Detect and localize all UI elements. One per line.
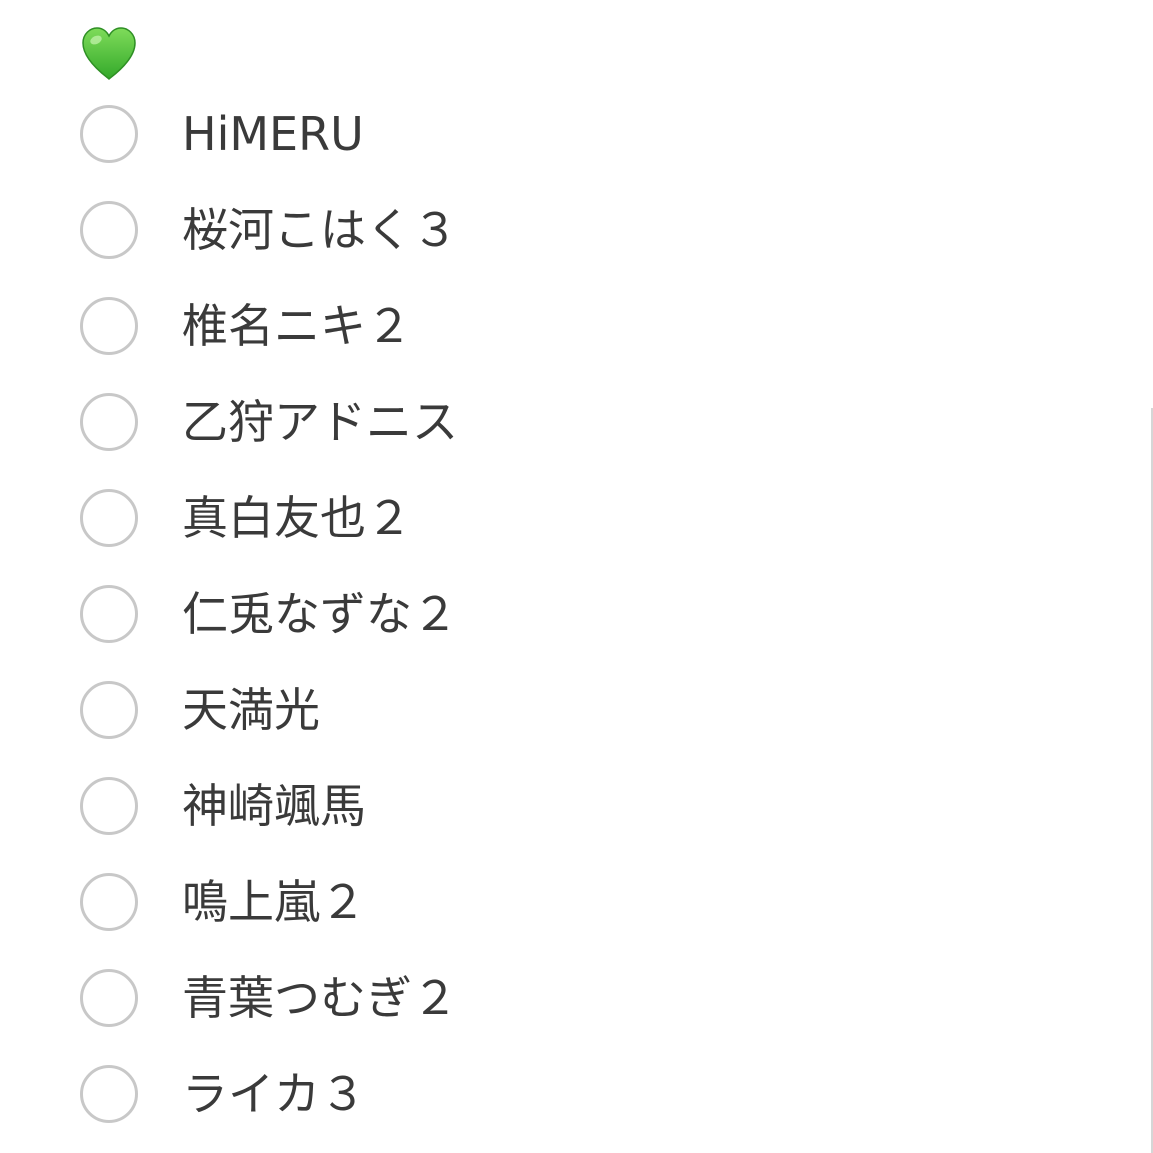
item-label: 天満光 — [182, 683, 320, 737]
list-item[interactable]: 鳴上嵐２ — [0, 856, 1153, 952]
radio-button[interactable] — [80, 873, 138, 931]
item-label: 神崎颯馬 — [182, 779, 366, 833]
green-heart-icon — [80, 26, 138, 82]
radio-button[interactable] — [80, 105, 138, 163]
item-label: 青葉つむぎ２ — [182, 971, 458, 1025]
radio-button[interactable] — [80, 777, 138, 835]
radio-button[interactable] — [80, 1065, 138, 1123]
list-item[interactable]: 桜河こはく３ — [0, 184, 1153, 280]
item-label: 仁兎なずな２ — [182, 587, 458, 641]
list-item[interactable]: 天満光 — [0, 664, 1153, 760]
radio-button[interactable] — [80, 969, 138, 1027]
list-item[interactable]: HiMERU — [0, 88, 1153, 184]
radio-button[interactable] — [80, 585, 138, 643]
item-label: 鳴上嵐２ — [182, 875, 366, 929]
radio-button[interactable] — [80, 201, 138, 259]
item-label: 桜河こはく３ — [182, 203, 458, 257]
item-label: 真白友也２ — [182, 491, 412, 545]
list-item[interactable]: 椎名ニキ２ — [0, 280, 1153, 376]
radio-button[interactable] — [80, 489, 138, 547]
item-label: HiMERU — [182, 107, 364, 161]
item-label: 乙狩アドニス — [182, 395, 458, 449]
list-item[interactable]: 仁兎なずな２ — [0, 568, 1153, 664]
radio-button[interactable] — [80, 393, 138, 451]
radio-button[interactable] — [80, 297, 138, 355]
list-item[interactable]: 乙狩アドニス — [0, 376, 1153, 472]
item-label: 椎名ニキ２ — [182, 299, 412, 353]
list-item[interactable]: 真白友也２ — [0, 472, 1153, 568]
list-item[interactable]: 青葉つむぎ２ — [0, 952, 1153, 1048]
list-item[interactable]: ライカ３ — [0, 1048, 1153, 1144]
checklist: HiMERU 桜河こはく３ 椎名ニキ２ 乙狩アドニス 真白友也２ 仁兎なずな２ … — [0, 88, 1153, 1144]
list-item[interactable]: 神崎颯馬 — [0, 760, 1153, 856]
item-label: ライカ３ — [182, 1067, 366, 1121]
radio-button[interactable] — [80, 681, 138, 739]
